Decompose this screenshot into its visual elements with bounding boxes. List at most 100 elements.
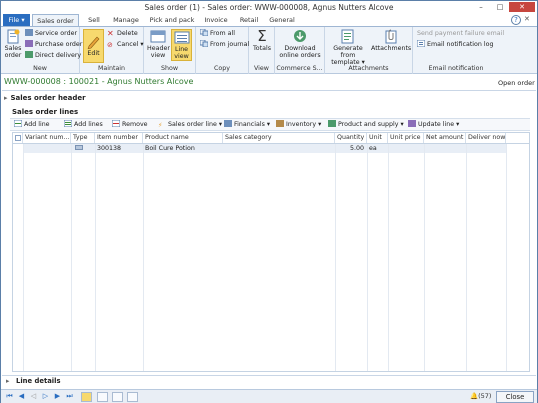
email-notification-log-label: Email notification log [427, 41, 494, 48]
cancel-button[interactable]: ⊘ Cancel ▾ [107, 40, 144, 50]
previous-record-icon[interactable]: ◁ [29, 392, 38, 401]
previous-page-icon[interactable]: ◀ [17, 392, 26, 401]
from-all-button[interactable]: From all [200, 29, 235, 39]
sales-order-button[interactable]: Sales order [3, 29, 23, 59]
generate-from-template-button[interactable]: Generate from template ▾ [327, 29, 369, 66]
cell-net-amount[interactable] [424, 144, 466, 153]
remove-label: Remove [122, 121, 148, 128]
purchase-order-icon [25, 40, 33, 47]
close-button[interactable]: Close [496, 391, 534, 403]
tab-pick-and-pack[interactable]: Pick and pack [148, 14, 196, 26]
direct-delivery-button[interactable]: Direct delivery [25, 51, 81, 61]
next-page-icon[interactable]: ▶ [53, 392, 62, 401]
notifications-indicator[interactable]: 🔔(57) [470, 392, 491, 400]
line-view-label: Line view [174, 46, 189, 60]
product-and-supply-menu[interactable]: Product and supply ▾ [328, 120, 404, 130]
tab-sales-order[interactable]: Sales order [32, 14, 79, 26]
notification-bell-icon: 🔔 [470, 392, 479, 400]
from-all-label: From all [210, 30, 235, 37]
cell-item-number[interactable]: 300138 [95, 144, 143, 153]
update-line-menu[interactable]: Update line ▾ [408, 120, 459, 130]
add-line-icon [14, 120, 22, 127]
financials-menu[interactable]: Financials ▾ [224, 120, 270, 130]
maximize-button[interactable]: □ [491, 2, 509, 12]
attachments-button[interactable]: Attachments [371, 29, 411, 52]
cell-unit[interactable]: ea [367, 144, 388, 153]
add-line-button[interactable]: Add line [14, 120, 50, 130]
service-order-button[interactable]: Service order [25, 29, 77, 39]
delete-icon: ✕ [107, 29, 114, 38]
direct-delivery-icon [25, 51, 33, 58]
column-divider [367, 144, 368, 371]
select-all-checkbox[interactable] [13, 133, 23, 143]
status-bar: ⏮ ◀ ◁ ▷ ▶ ⏭ 🔔(57) Close [1, 389, 537, 403]
tab-sell[interactable]: Sell [83, 14, 105, 26]
sales-order-line-menu[interactable]: ⚡ Sales order line ▾ [158, 120, 222, 130]
grid-view-icon[interactable] [97, 392, 108, 402]
cell-sales-category[interactable] [223, 144, 335, 153]
cell-variant-number[interactable] [23, 144, 71, 153]
cell-unit-price[interactable] [388, 144, 424, 153]
sales-order-header-fasttab[interactable]: ▸ Sales order header [4, 94, 86, 102]
column-quantity[interactable]: Quantity [335, 133, 367, 143]
product-supply-icon [328, 120, 336, 127]
cell-product-name[interactable]: Boil Cure Potion [143, 144, 223, 153]
edit-button[interactable]: Edit [83, 29, 104, 63]
from-journal-button[interactable]: From journal [200, 40, 249, 50]
tab-general[interactable]: General [267, 14, 297, 26]
header-view-button[interactable]: Header view [147, 29, 170, 59]
inventory-label: Inventory ▾ [286, 121, 322, 128]
window-title: Sales order (1) - Sales order: WWW-00000… [144, 3, 394, 12]
download-online-orders-button[interactable]: Download online orders [278, 29, 322, 59]
line-view-button[interactable]: Line view [171, 29, 192, 61]
column-type[interactable]: Type [71, 133, 95, 143]
add-lines-button[interactable]: Add lines [64, 120, 103, 130]
purchase-order-button[interactable]: Purchase order [25, 40, 82, 50]
next-record-icon[interactable]: ▷ [41, 392, 50, 401]
column-sales-category[interactable]: Sales category [223, 133, 335, 143]
totals-button[interactable]: Σ Totals [251, 29, 273, 53]
attachment-status-icon[interactable] [127, 392, 138, 402]
tab-retail[interactable]: Retail [237, 14, 261, 26]
attachments-icon [385, 29, 397, 44]
sales-order-lines-title: Sales order lines [12, 108, 79, 116]
close-window-button[interactable]: ✕ [509, 2, 535, 12]
column-unit-price[interactable]: Unit price [388, 133, 424, 143]
ribbon: Sales order Service order Purchase order… [1, 26, 537, 74]
send-payment-failure-email-button[interactable]: Send payment failure email [417, 29, 504, 39]
cell-deliver-now[interactable] [466, 144, 506, 153]
help-icon[interactable]: ? [511, 15, 521, 25]
column-deliver-now[interactable]: Deliver now [466, 133, 506, 143]
group-new-label: New [33, 65, 47, 72]
update-line-icon [408, 120, 416, 127]
tab-manage[interactable]: Manage [109, 14, 143, 26]
ribbon-close-icon[interactable]: ✕ [524, 15, 530, 23]
inventory-icon [276, 120, 284, 127]
tab-file[interactable]: File ▾ [3, 14, 30, 26]
delete-label: Delete [117, 30, 138, 37]
column-divider [424, 144, 425, 371]
first-record-icon[interactable]: ⏮ [5, 392, 14, 401]
group-maintain-label: Maintain [97, 65, 126, 72]
line-details-fasttab[interactable]: ▸ Line details [2, 375, 536, 386]
cell-quantity[interactable]: 5.00 [335, 144, 367, 153]
financials-label: Financials ▾ [234, 121, 271, 128]
minimize-button[interactable]: – [472, 2, 490, 12]
column-unit[interactable]: Unit [367, 133, 388, 143]
group-show: Header view Line view Show [144, 27, 196, 74]
group-commerce-label: Commerce S... [276, 65, 323, 72]
details-view-icon[interactable] [112, 392, 123, 402]
column-product-name[interactable]: Product name [143, 133, 223, 143]
inventory-menu[interactable]: Inventory ▾ [276, 120, 321, 130]
column-variant-number[interactable]: Variant num... [23, 133, 71, 143]
item-type-icon [75, 145, 83, 150]
last-record-icon[interactable]: ⏭ [65, 392, 74, 401]
cell-type[interactable] [71, 144, 95, 153]
remove-button[interactable]: Remove [112, 120, 148, 130]
tab-invoice[interactable]: Invoice [201, 14, 231, 26]
delete-button[interactable]: ✕ Delete [107, 29, 138, 39]
edit-mode-icon[interactable] [81, 392, 92, 402]
email-notification-log-button[interactable]: Email notification log [417, 40, 493, 50]
column-net-amount[interactable]: Net amount [424, 133, 466, 143]
column-item-number[interactable]: Item number [95, 133, 143, 143]
